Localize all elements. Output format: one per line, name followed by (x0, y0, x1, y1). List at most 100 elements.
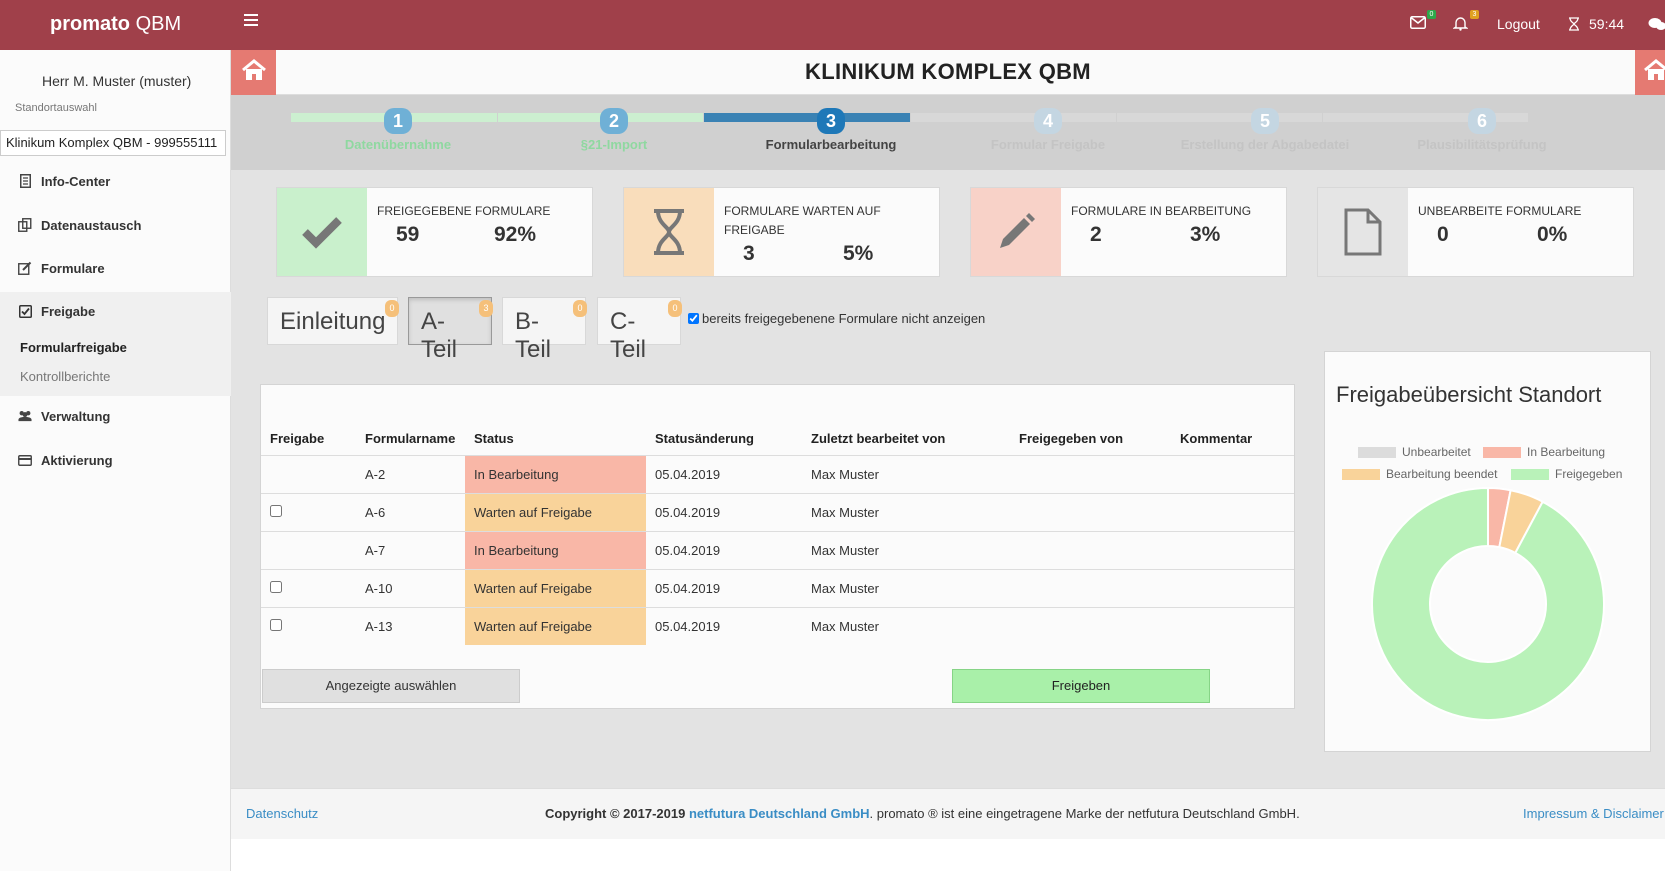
sidebar-item-aktivierung[interactable]: Aktivierung (0, 438, 231, 482)
menu-toggle-icon[interactable] (244, 14, 258, 28)
legend-item-unbearbeitet[interactable]: Unbearbeitet (1358, 445, 1471, 459)
tab-a-teil[interactable]: A-Teil 3 (408, 297, 493, 363)
last-editor: Max Muster (802, 454, 1010, 493)
hourglass-icon (624, 188, 714, 276)
column-header[interactable]: Formularname (356, 423, 465, 455)
status-date: 05.04.2019 (646, 568, 802, 607)
release-button[interactable]: Freigeben (952, 669, 1210, 703)
tab-label: Einleitung (280, 308, 386, 335)
status-cell: Warten auf Freigabe (465, 568, 646, 607)
standort-label: Standortauswahl (15, 102, 97, 114)
copyright-text: Copyright © 2017-2019 netfutura Deutschl… (545, 806, 1300, 821)
donut-slice-freigegeben[interactable] (1371, 486, 1605, 721)
tab-einleitung[interactable]: Einleitung 0 (267, 297, 399, 345)
select-shown-button[interactable]: Angezeigte auswählen (262, 669, 520, 703)
stat-card-warten: Formulare warten auf Freigabe 3 5% (623, 187, 940, 277)
imprint-link[interactable]: Impressum & Disclaimer (1523, 806, 1664, 821)
stat-title: Unbearbeite Formulare (1418, 204, 1582, 218)
filter-label: bereits freigegebenene Formulare nicht a… (702, 311, 986, 326)
mail-icon[interactable]: 0 (1410, 10, 1436, 34)
comment (1171, 568, 1294, 607)
sidebar-item-info-center[interactable]: Info-Center (0, 159, 231, 203)
column-header[interactable]: Status (465, 423, 646, 455)
bell-icon[interactable]: 3 (1452, 10, 1479, 34)
release-cell (261, 454, 356, 493)
standort-select[interactable]: Klinikum Komplex QBM - 999555111 (0, 130, 226, 156)
stat-count: 0 (1437, 223, 1449, 246)
table-row[interactable]: A-2 In Bearbeitung 05.04.2019 Max Muster (261, 454, 1294, 493)
column-header[interactable]: Freigabe (261, 423, 356, 455)
table-row[interactable]: A-6 Warten auf Freigabe 05.04.2019 Max M… (261, 492, 1294, 531)
privacy-link[interactable]: Datenschutz (246, 806, 318, 821)
tab-c-teil[interactable]: C-Teil 0 (597, 297, 682, 363)
step-5[interactable]: 5 Erstellung der Abgabedatei (1156, 108, 1374, 152)
sidebar-item-label: Datenaustausch (41, 217, 142, 233)
form-name: A-6 (356, 492, 465, 531)
release-checkbox[interactable] (270, 504, 282, 517)
released-by (1010, 568, 1171, 607)
status-date: 05.04.2019 (646, 530, 802, 569)
step-1[interactable]: 1 Datenübernahme (289, 108, 507, 152)
company-link[interactable]: netfutura Deutschland GmbH (689, 806, 870, 821)
stat-percent: 5% (843, 242, 874, 265)
stat-count: 2 (1090, 223, 1102, 246)
last-editor: Max Muster (802, 606, 1010, 645)
step-3[interactable]: 3 Formularbearbeitung (722, 108, 940, 152)
tab-b-teil[interactable]: B-Teil 0 (502, 297, 587, 363)
home-icon (1643, 59, 1665, 86)
stat-card-freigegeben: Freigegebene Formulare 59 92% (276, 187, 593, 277)
mail-badge: 0 (1427, 10, 1436, 19)
step-2[interactable]: 2 §21-Import (505, 108, 723, 152)
trademark-text: . promato ® ist eine eingetragene Marke … (869, 806, 1300, 821)
sidebar-item-formulare[interactable]: Formulare (0, 246, 231, 290)
sidebar-item-label: Formulare (41, 260, 105, 276)
sidebar-item-freigabe[interactable]: Freigabe (0, 289, 231, 333)
pencil-icon (971, 188, 1061, 276)
check-icon (277, 188, 367, 276)
status-cell: In Bearbeitung (465, 530, 646, 569)
legend-item-bearbeitung-beendet[interactable]: Bearbeitung beendet (1342, 467, 1497, 481)
table-row[interactable]: A-10 Warten auf Freigabe 05.04.2019 Max … (261, 568, 1294, 607)
document-icon (18, 174, 32, 188)
stat-card-bearbeitung: Formulare in Bearbeitung 2 3% (970, 187, 1287, 277)
chat-icon[interactable] (1648, 17, 1665, 32)
home-button-right[interactable] (1635, 50, 1665, 95)
legend-item-in-bearbeitung[interactable]: In Bearbeitung (1483, 445, 1605, 459)
tab-label: C-Teil (610, 308, 647, 363)
release-cell (261, 530, 356, 569)
form-name: A-10 (356, 568, 465, 607)
filter-hide-released[interactable]: bereits freigegebenene Formulare nicht a… (688, 311, 985, 326)
form-name: A-2 (356, 454, 465, 493)
brand-logo[interactable]: promato QBM (50, 13, 181, 36)
step-6[interactable]: 6 Plausibilitätsprüfung (1373, 108, 1591, 152)
table-row[interactable]: A-13 Warten auf Freigabe 05.04.2019 Max … (261, 606, 1294, 645)
filter-checkbox[interactable] (688, 313, 699, 324)
sidebar-item-datenaustausch[interactable]: Datenaustausch (0, 203, 231, 247)
column-header[interactable]: Freigegeben von (1010, 423, 1171, 455)
step-label: Erstellung der Abgabedatei (1180, 137, 1350, 152)
legend-swatch (1483, 446, 1521, 458)
forms-table: Freigabe Formularname Status Statusänder… (261, 423, 1294, 645)
stat-title: Formulare warten auf Freigabe (724, 204, 881, 237)
sidebar-subitem-formularfreigabe[interactable]: Formularfreigabe (20, 340, 127, 355)
column-header[interactable]: Statusänderung (646, 423, 802, 455)
column-header[interactable]: Kommentar (1171, 423, 1294, 455)
legend-swatch (1511, 468, 1549, 480)
table-row[interactable]: A-7 In Bearbeitung 05.04.2019 Max Muster (261, 530, 1294, 569)
column-header[interactable]: Zuletzt bearbeitet von (802, 423, 1010, 455)
page-title: KLINIKUM KOMPLEX QBM (805, 59, 1091, 84)
status-date: 05.04.2019 (646, 492, 802, 531)
stat-title: Formulare in Bearbeitung (1071, 204, 1252, 218)
legend-label: In Bearbeitung (1527, 445, 1606, 459)
legend-item-freigegeben[interactable]: Freigegeben (1511, 467, 1622, 481)
released-by (1010, 606, 1171, 645)
status-cell: Warten auf Freigabe (465, 492, 646, 531)
release-checkbox[interactable] (270, 580, 282, 593)
file-icon (1318, 188, 1408, 276)
sidebar-item-verwaltung[interactable]: Verwaltung (0, 394, 231, 438)
logout-link[interactable]: Logout (1497, 16, 1540, 32)
sidebar-subitem-kontrollberichte[interactable]: Kontrollberichte (20, 369, 110, 384)
step-4[interactable]: 4 Formular Freigabe (939, 108, 1157, 152)
hourglass-icon (1568, 17, 1580, 31)
release-checkbox[interactable] (270, 618, 282, 631)
